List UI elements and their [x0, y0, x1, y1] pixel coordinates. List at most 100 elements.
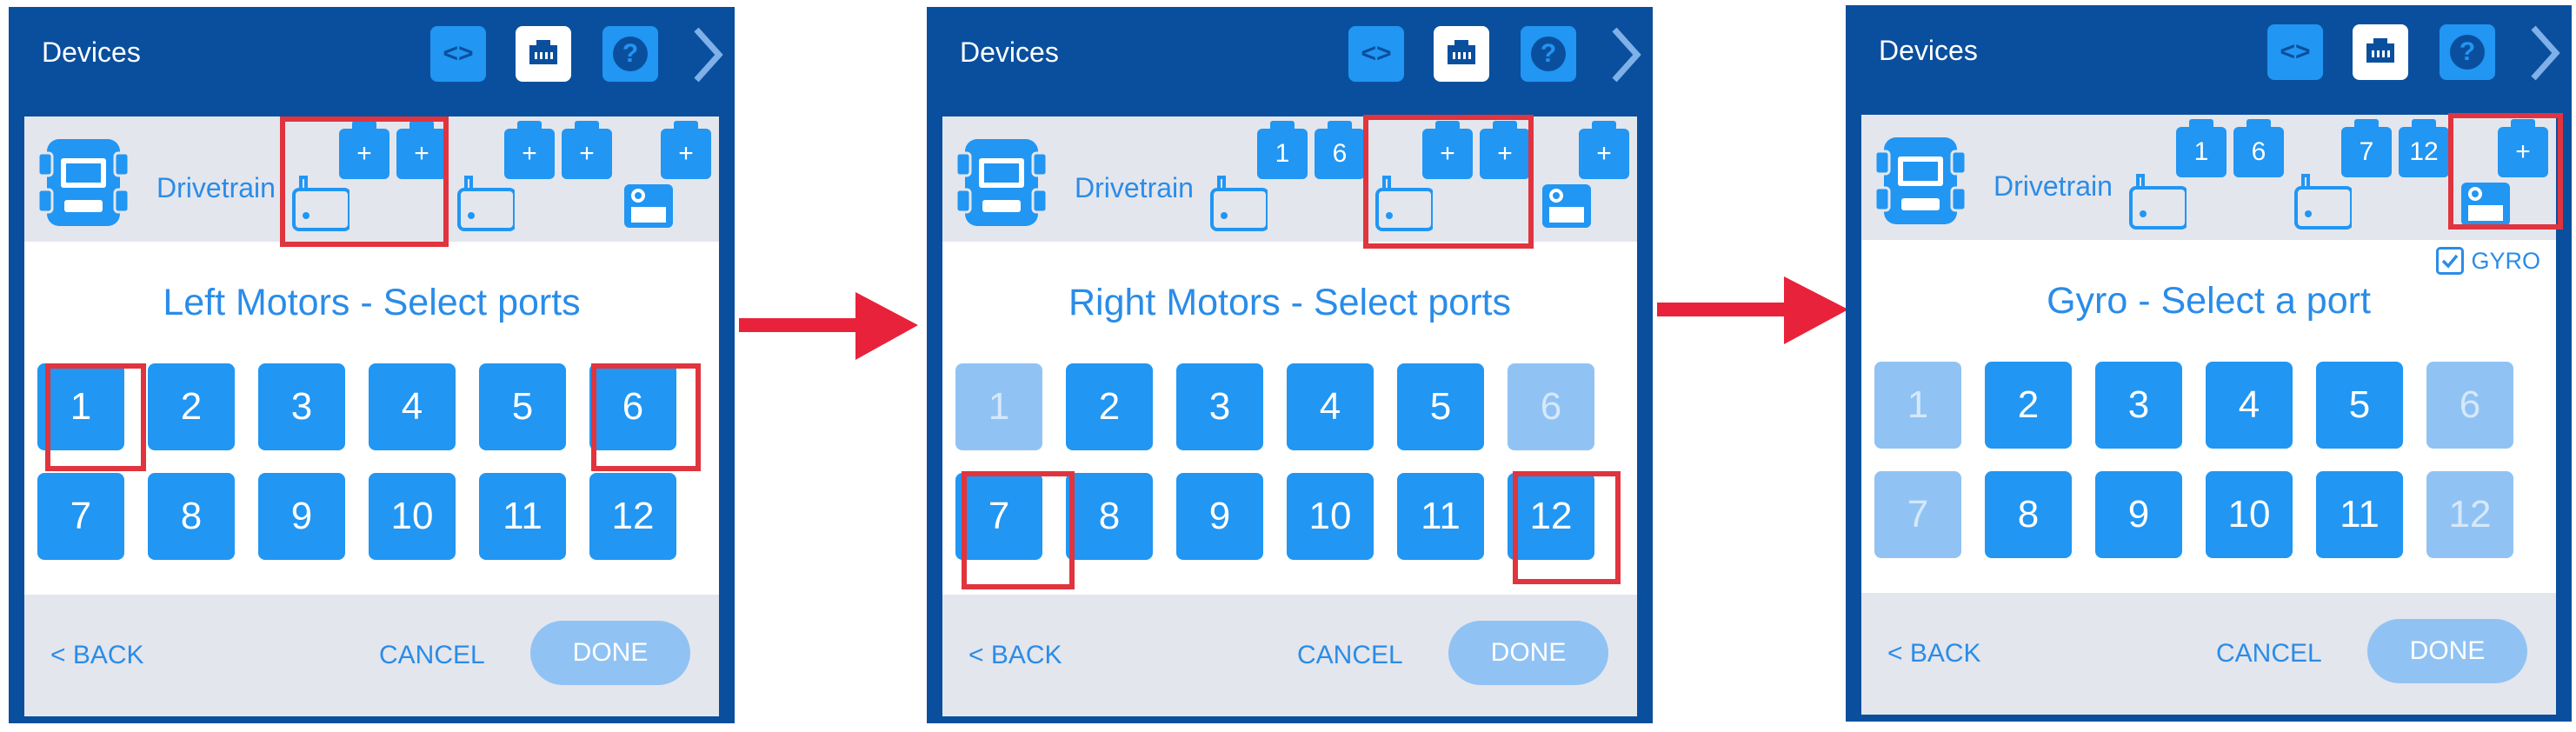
port-button-5[interactable]: 5 [479, 363, 566, 450]
motor-port-b[interactable]: 6 [1315, 121, 1365, 179]
code-icon[interactable]: <> [430, 26, 486, 82]
gyro-port-chip[interactable]: + [1579, 121, 1629, 179]
cancel-button[interactable]: CANCEL [1297, 641, 1403, 670]
drivetrain-icon[interactable] [1872, 132, 1969, 230]
drivetrain-icon[interactable] [35, 134, 132, 231]
check-icon [2442, 254, 2459, 269]
checkbox-label: GYRO [2471, 247, 2540, 274]
port-button-6: 6 [2426, 362, 2513, 449]
port-button-3[interactable]: 3 [258, 363, 345, 450]
port-button-3[interactable]: 3 [2095, 362, 2182, 449]
port-button-4[interactable]: 4 [1287, 363, 1374, 450]
panel-footer: < BACK CANCEL DONE [1861, 593, 2556, 715]
left-motor-device[interactable]: 1 6 [1208, 121, 1365, 231]
cancel-button[interactable]: CANCEL [2216, 639, 2322, 669]
done-button[interactable]: DONE [530, 621, 690, 685]
drivetrain-label[interactable]: Drivetrain [1994, 170, 2113, 203]
port-button-4[interactable]: 4 [369, 363, 456, 450]
port-button-11[interactable]: 11 [479, 473, 566, 560]
help-icon[interactable]: ? [1521, 26, 1576, 82]
motor-icon [1210, 176, 1268, 231]
arrow-right-icon [1657, 276, 1848, 344]
page-title: Devices [1879, 35, 1978, 66]
port-button-8[interactable]: 8 [148, 473, 235, 560]
port-icon[interactable] [2353, 24, 2408, 80]
back-button[interactable]: < BACK [50, 641, 144, 670]
help-icon[interactable]: ? [2440, 24, 2495, 80]
motor-icon [2129, 174, 2187, 230]
gyro-checkbox[interactable]: GYRO [2436, 247, 2540, 275]
done-button[interactable]: DONE [2367, 619, 2527, 683]
select-ports-heading: Left Motors - Select ports [163, 282, 581, 323]
back-button[interactable]: < BACK [1887, 639, 1981, 669]
drivetrain-label[interactable]: Drivetrain [156, 172, 276, 204]
drivetrain-icon[interactable] [953, 134, 1050, 231]
port-button-8[interactable]: 8 [1066, 473, 1153, 560]
right-motor-device[interactable]: 7 12 [2293, 119, 2449, 230]
highlight-box [591, 363, 701, 471]
port-button-8[interactable]: 8 [1985, 471, 2072, 558]
port-button-9[interactable]: 9 [1176, 473, 1263, 560]
checkbox-box[interactable] [2436, 247, 2465, 275]
port-button-3[interactable]: 3 [1176, 363, 1263, 450]
chevron-right-icon[interactable] [1608, 24, 1646, 85]
gyro-icon [1542, 184, 1591, 228]
gyro-icon [624, 184, 673, 228]
highlight-box [280, 116, 449, 247]
gyro-device[interactable]: + [621, 121, 716, 231]
code-icon[interactable]: <> [1348, 26, 1404, 82]
port-button-7: 7 [1874, 471, 1961, 558]
port-icon[interactable] [516, 26, 571, 82]
port-button-2[interactable]: 2 [1066, 363, 1153, 450]
help-icon[interactable]: ? [602, 26, 658, 82]
select-port-heading: Gyro - Select a port [2047, 280, 2371, 322]
motor-port-b[interactable]: 6 [2233, 119, 2284, 177]
motor-icon [457, 176, 515, 231]
drivetrain-label[interactable]: Drivetrain [1075, 172, 1194, 204]
port-button-11[interactable]: 11 [1397, 473, 1484, 560]
motor-port-a[interactable]: 1 [2176, 119, 2227, 177]
done-button[interactable]: DONE [1448, 621, 1608, 685]
chevron-right-icon[interactable] [689, 24, 728, 85]
devices-panel-right-motors: Devices <> ? Drivetrain 1 6 + + + Right … [927, 7, 1653, 723]
gyro-device[interactable]: + [1539, 121, 1634, 231]
port-button-10[interactable]: 10 [2206, 471, 2293, 558]
port-button-7[interactable]: 7 [37, 473, 124, 560]
port-button-12: 12 [2426, 471, 2513, 558]
highlight-box [45, 363, 146, 471]
back-button[interactable]: < BACK [968, 641, 1062, 670]
port-button-10[interactable]: 10 [369, 473, 456, 560]
motor-port-b[interactable]: + [562, 121, 612, 179]
arrow-right-icon [739, 292, 918, 360]
cancel-button[interactable]: CANCEL [379, 641, 485, 670]
panel-footer: < BACK CANCEL DONE [942, 595, 1637, 716]
port-button-9[interactable]: 9 [258, 473, 345, 560]
panel-header: Devices <> ? [9, 7, 735, 110]
right-motor-device[interactable]: + + [456, 121, 612, 231]
port-button-12[interactable]: 12 [589, 473, 676, 560]
port-button-1: 1 [955, 363, 1042, 450]
motor-port-a[interactable]: 1 [1257, 121, 1308, 179]
motor-port-a[interactable]: 7 [2341, 119, 2392, 177]
panel-header: Devices <> ? [1846, 5, 2572, 108]
port-button-1: 1 [1874, 362, 1961, 449]
left-motor-device[interactable]: 1 6 [2127, 119, 2284, 230]
port-button-11[interactable]: 11 [2316, 471, 2403, 558]
port-button-9[interactable]: 9 [2095, 471, 2182, 558]
port-button-2[interactable]: 2 [148, 363, 235, 450]
port-button-5[interactable]: 5 [1397, 363, 1484, 450]
chevron-right-icon[interactable] [2526, 23, 2565, 83]
motor-port-a[interactable]: + [504, 121, 555, 179]
motor-icon [2294, 174, 2352, 230]
page-title: Devices [42, 37, 141, 68]
port-button-4[interactable]: 4 [2206, 362, 2293, 449]
port-button-5[interactable]: 5 [2316, 362, 2403, 449]
gyro-port-chip[interactable]: + [661, 121, 711, 179]
code-icon[interactable]: <> [2267, 24, 2323, 80]
port-button-2[interactable]: 2 [1985, 362, 2072, 449]
port-icon[interactable] [1434, 26, 1489, 82]
motor-port-b[interactable]: 12 [2399, 119, 2449, 177]
select-ports-heading: Right Motors - Select ports [1068, 282, 1511, 323]
port-button-10[interactable]: 10 [1287, 473, 1374, 560]
devices-panel-gyro: Devices <> ? Drivetrain 1 6 7 12 + GYRO … [1846, 5, 2572, 722]
